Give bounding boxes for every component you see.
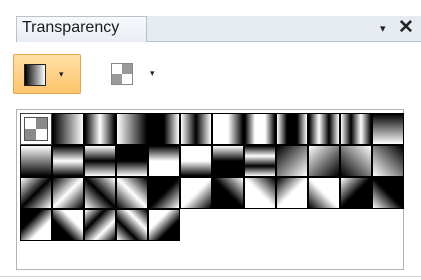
gradient-swatch[interactable] <box>180 113 212 145</box>
gradient-swatch[interactable] <box>84 145 116 177</box>
gradient-swatch[interactable] <box>148 209 180 241</box>
gradient-swatch[interactable] <box>52 113 84 145</box>
gradient-swatch[interactable] <box>20 145 52 177</box>
pattern-transparency-button[interactable]: ▾ <box>103 54 167 94</box>
gradient-swatch[interactable] <box>116 209 148 241</box>
gradient-swatch[interactable] <box>84 113 116 145</box>
panel-bottom-divider <box>0 276 421 277</box>
gradient-swatch[interactable] <box>52 209 84 241</box>
gradient-swatch-icon <box>24 64 46 86</box>
transparency-panel: Transparency ▾ ✕ ▾ ▾ <box>0 0 421 280</box>
gradient-swatch[interactable] <box>180 177 212 209</box>
gradient-swatch[interactable] <box>116 177 148 209</box>
chevron-down-icon[interactable]: ▾ <box>59 68 64 80</box>
gradient-swatch[interactable] <box>20 209 52 241</box>
gradient-swatch[interactable] <box>52 177 84 209</box>
checker-swatch-icon <box>111 63 133 85</box>
gradient-swatch[interactable] <box>180 145 212 177</box>
gradient-swatch[interactable] <box>212 145 244 177</box>
gradient-swatch[interactable] <box>212 177 244 209</box>
gradient-swatch[interactable] <box>20 177 52 209</box>
gradient-swatch[interactable] <box>84 177 116 209</box>
gradient-swatch[interactable] <box>116 145 148 177</box>
panel-tab-bar: Transparency ▾ ✕ <box>0 0 421 46</box>
gradient-swatch[interactable] <box>276 113 308 145</box>
transparency-toolbar: ▾ ▾ <box>0 46 421 108</box>
swatch-grid <box>20 113 405 241</box>
gradient-swatch[interactable] <box>340 145 372 177</box>
chevron-down-icon[interactable]: ▾ <box>150 67 155 79</box>
gradient-swatch[interactable] <box>372 113 404 145</box>
gradient-swatch[interactable] <box>340 177 372 209</box>
gradient-swatch[interactable] <box>84 209 116 241</box>
checker-icon <box>24 117 48 141</box>
gradient-swatch[interactable] <box>372 145 404 177</box>
gradient-swatch[interactable] <box>372 177 404 209</box>
transparency-gallery <box>16 109 404 270</box>
gradient-swatch[interactable] <box>276 145 308 177</box>
gradient-swatch[interactable] <box>244 177 276 209</box>
gradient-swatch[interactable] <box>116 113 148 145</box>
close-icon[interactable]: ✕ <box>398 18 416 38</box>
swatch-none[interactable] <box>20 113 52 145</box>
gradient-swatch[interactable] <box>244 113 276 145</box>
panel-menu-dropdown-icon[interactable]: ▾ <box>380 22 392 36</box>
gradient-swatch[interactable] <box>212 113 244 145</box>
gradient-swatch[interactable] <box>308 145 340 177</box>
gradient-swatch[interactable] <box>148 113 180 145</box>
gradient-swatch[interactable] <box>52 145 84 177</box>
gradient-swatch[interactable] <box>308 113 340 145</box>
gradient-swatch[interactable] <box>148 145 180 177</box>
gradient-transparency-button[interactable]: ▾ <box>13 54 81 94</box>
gradient-swatch[interactable] <box>148 177 180 209</box>
tab-transparency[interactable]: Transparency <box>16 16 147 42</box>
gradient-swatch[interactable] <box>340 113 372 145</box>
gradient-swatch[interactable] <box>276 177 308 209</box>
gradient-swatch[interactable] <box>308 177 340 209</box>
gradient-swatch[interactable] <box>244 145 276 177</box>
